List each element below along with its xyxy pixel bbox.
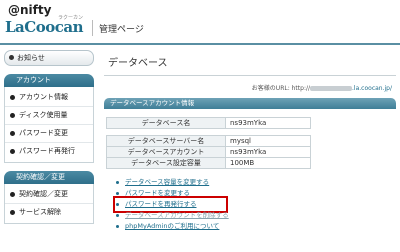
section-header: データベースアカウント情報	[104, 98, 396, 109]
table-key: データベースアカウント	[106, 146, 226, 158]
table-key: データベースサーバー名	[106, 135, 226, 147]
action-links: データベース容量を変更する パスワードを変更する パスワードを再発行する データ…	[113, 177, 396, 232]
table-value: ns93mYka	[225, 146, 311, 158]
table-row: データベース設定容量 100MB	[106, 157, 311, 169]
link-label: データベースアカウントを削除する	[125, 211, 229, 219]
bullet-icon	[10, 210, 15, 215]
bullet-icon	[116, 192, 119, 195]
url-label: お客様のURL: http://	[251, 85, 311, 92]
table-value: mysql	[225, 135, 311, 147]
link-label: パスワードを変更する	[125, 189, 190, 197]
bullet-icon	[116, 203, 119, 206]
contract-menu: 契約確認／変更 サービス解除	[4, 184, 94, 224]
link-change-password[interactable]: パスワードを変更する	[116, 188, 396, 199]
main-content: データベース お客様のURL: http:// .la.coocan.jp/ デー…	[104, 50, 396, 232]
sidebar-item-label: アカウント情報	[19, 93, 68, 101]
bullet-icon	[116, 181, 119, 184]
bullet-icon	[10, 192, 15, 197]
link-label: phpMyAdminのご利用について	[125, 222, 220, 230]
bullet-icon	[10, 95, 15, 100]
link-phpmyadmin[interactable]: phpMyAdminのご利用について	[116, 221, 396, 232]
sidebar-item-label: 契約確認／変更	[19, 190, 68, 198]
header: @nifty LaCoocan ラクーカン 管理ページ	[0, 0, 400, 45]
table-row: データベース名 ns93mYka	[106, 117, 311, 129]
link-label: データベース容量を変更する	[125, 178, 210, 186]
sidebar-item-label: パスワード再発行	[19, 147, 75, 155]
bullet-icon	[116, 214, 119, 217]
account-section-head: アカウント	[4, 74, 94, 87]
bullet-icon	[9, 55, 14, 60]
table-value: ns93mYka	[225, 117, 311, 129]
url-suffix[interactable]: .la.coocan.jp/	[352, 85, 392, 92]
sidebar-notice-label: お知らせ	[17, 54, 45, 62]
db-name-table: データベース名 ns93mYka	[106, 117, 311, 129]
sidebar-item-password-change[interactable]: パスワード変更	[5, 125, 93, 143]
link-change-capacity[interactable]: データベース容量を変更する	[116, 177, 396, 188]
bullet-icon	[10, 113, 15, 118]
sidebar-item-disk-usage[interactable]: ディスク使用量	[5, 107, 93, 125]
page-title: データベース	[104, 50, 396, 76]
sidebar-item-contract[interactable]: 契約確認／変更	[5, 186, 93, 204]
bullet-icon	[116, 225, 119, 228]
table-key: データベース設定容量	[106, 157, 226, 169]
contract-section: 契約確認／変更 契約確認／変更 サービス解除	[4, 171, 94, 224]
table-value: 100MB	[225, 157, 311, 169]
table-row: データベースサーバー名 mysql	[106, 135, 311, 147]
sidebar-item-label: パスワード変更	[19, 129, 68, 137]
bullet-icon	[10, 131, 15, 136]
sidebar-item-password-reissue[interactable]: パスワード再発行	[5, 143, 93, 160]
customer-url: お客様のURL: http:// .la.coocan.jp/	[104, 76, 396, 95]
sidebar-item-label: サービス解除	[19, 208, 61, 216]
sidebar-notice-button[interactable]: お知らせ	[4, 50, 94, 66]
sidebar: お知らせ アカウント アカウント情報 ディスク使用量 パスワード変更 パスワード…	[0, 50, 98, 224]
table-row: データベースアカウント ns93mYka	[106, 146, 311, 158]
header-divider	[92, 20, 93, 36]
nifty-logo[interactable]: @nifty	[8, 3, 51, 17]
account-menu: アカウント情報 ディスク使用量 パスワード変更 パスワード再発行	[4, 87, 94, 163]
sidebar-item-label: ディスク使用量	[19, 111, 68, 119]
header-rule	[0, 43, 400, 45]
link-delete-account[interactable]: データベースアカウントを削除する	[116, 210, 396, 221]
sidebar-item-account-info[interactable]: アカウント情報	[5, 89, 93, 107]
account-section: アカウント アカウント情報 ディスク使用量 パスワード変更 パスワード再発行	[4, 74, 94, 163]
table-key: データベース名	[106, 117, 226, 129]
contract-section-head: 契約確認／変更	[4, 171, 94, 184]
url-redacted	[310, 86, 353, 91]
logo-ruby: ラクーカン	[58, 15, 84, 21]
bullet-icon	[10, 149, 15, 154]
link-reissue-password[interactable]: パスワードを再発行する	[113, 196, 228, 213]
db-detail-table: データベースサーバー名 mysql データベースアカウント ns93mYka データ…	[106, 135, 311, 169]
sidebar-item-cancel-service[interactable]: サービス解除	[5, 204, 93, 221]
header-title: 管理ページ	[99, 25, 144, 35]
link-label: パスワードを再発行する	[125, 200, 197, 208]
